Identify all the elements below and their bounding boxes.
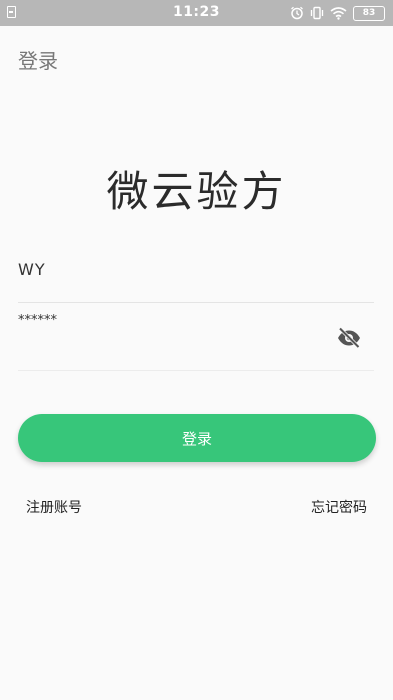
status-bar: 11:23 83	[0, 0, 393, 26]
username-field	[18, 250, 374, 303]
alarm-clock-icon	[291, 6, 303, 20]
username-input[interactable]	[18, 260, 318, 279]
page-title: 登录	[18, 49, 58, 73]
eye-off-icon[interactable]	[336, 325, 362, 351]
wifi-icon	[330, 7, 347, 20]
register-link[interactable]: 注册账号	[26, 497, 82, 517]
status-icons: 83	[290, 4, 385, 22]
vibrate-icon	[310, 6, 324, 20]
password-input[interactable]	[18, 313, 318, 328]
forgot-password-link[interactable]: 忘记密码	[311, 497, 367, 517]
battery-indicator: 83	[353, 5, 385, 21]
app-title: 微云验方	[106, 167, 287, 216]
password-field	[18, 310, 374, 371]
login-button[interactable]: 登录	[18, 414, 376, 462]
